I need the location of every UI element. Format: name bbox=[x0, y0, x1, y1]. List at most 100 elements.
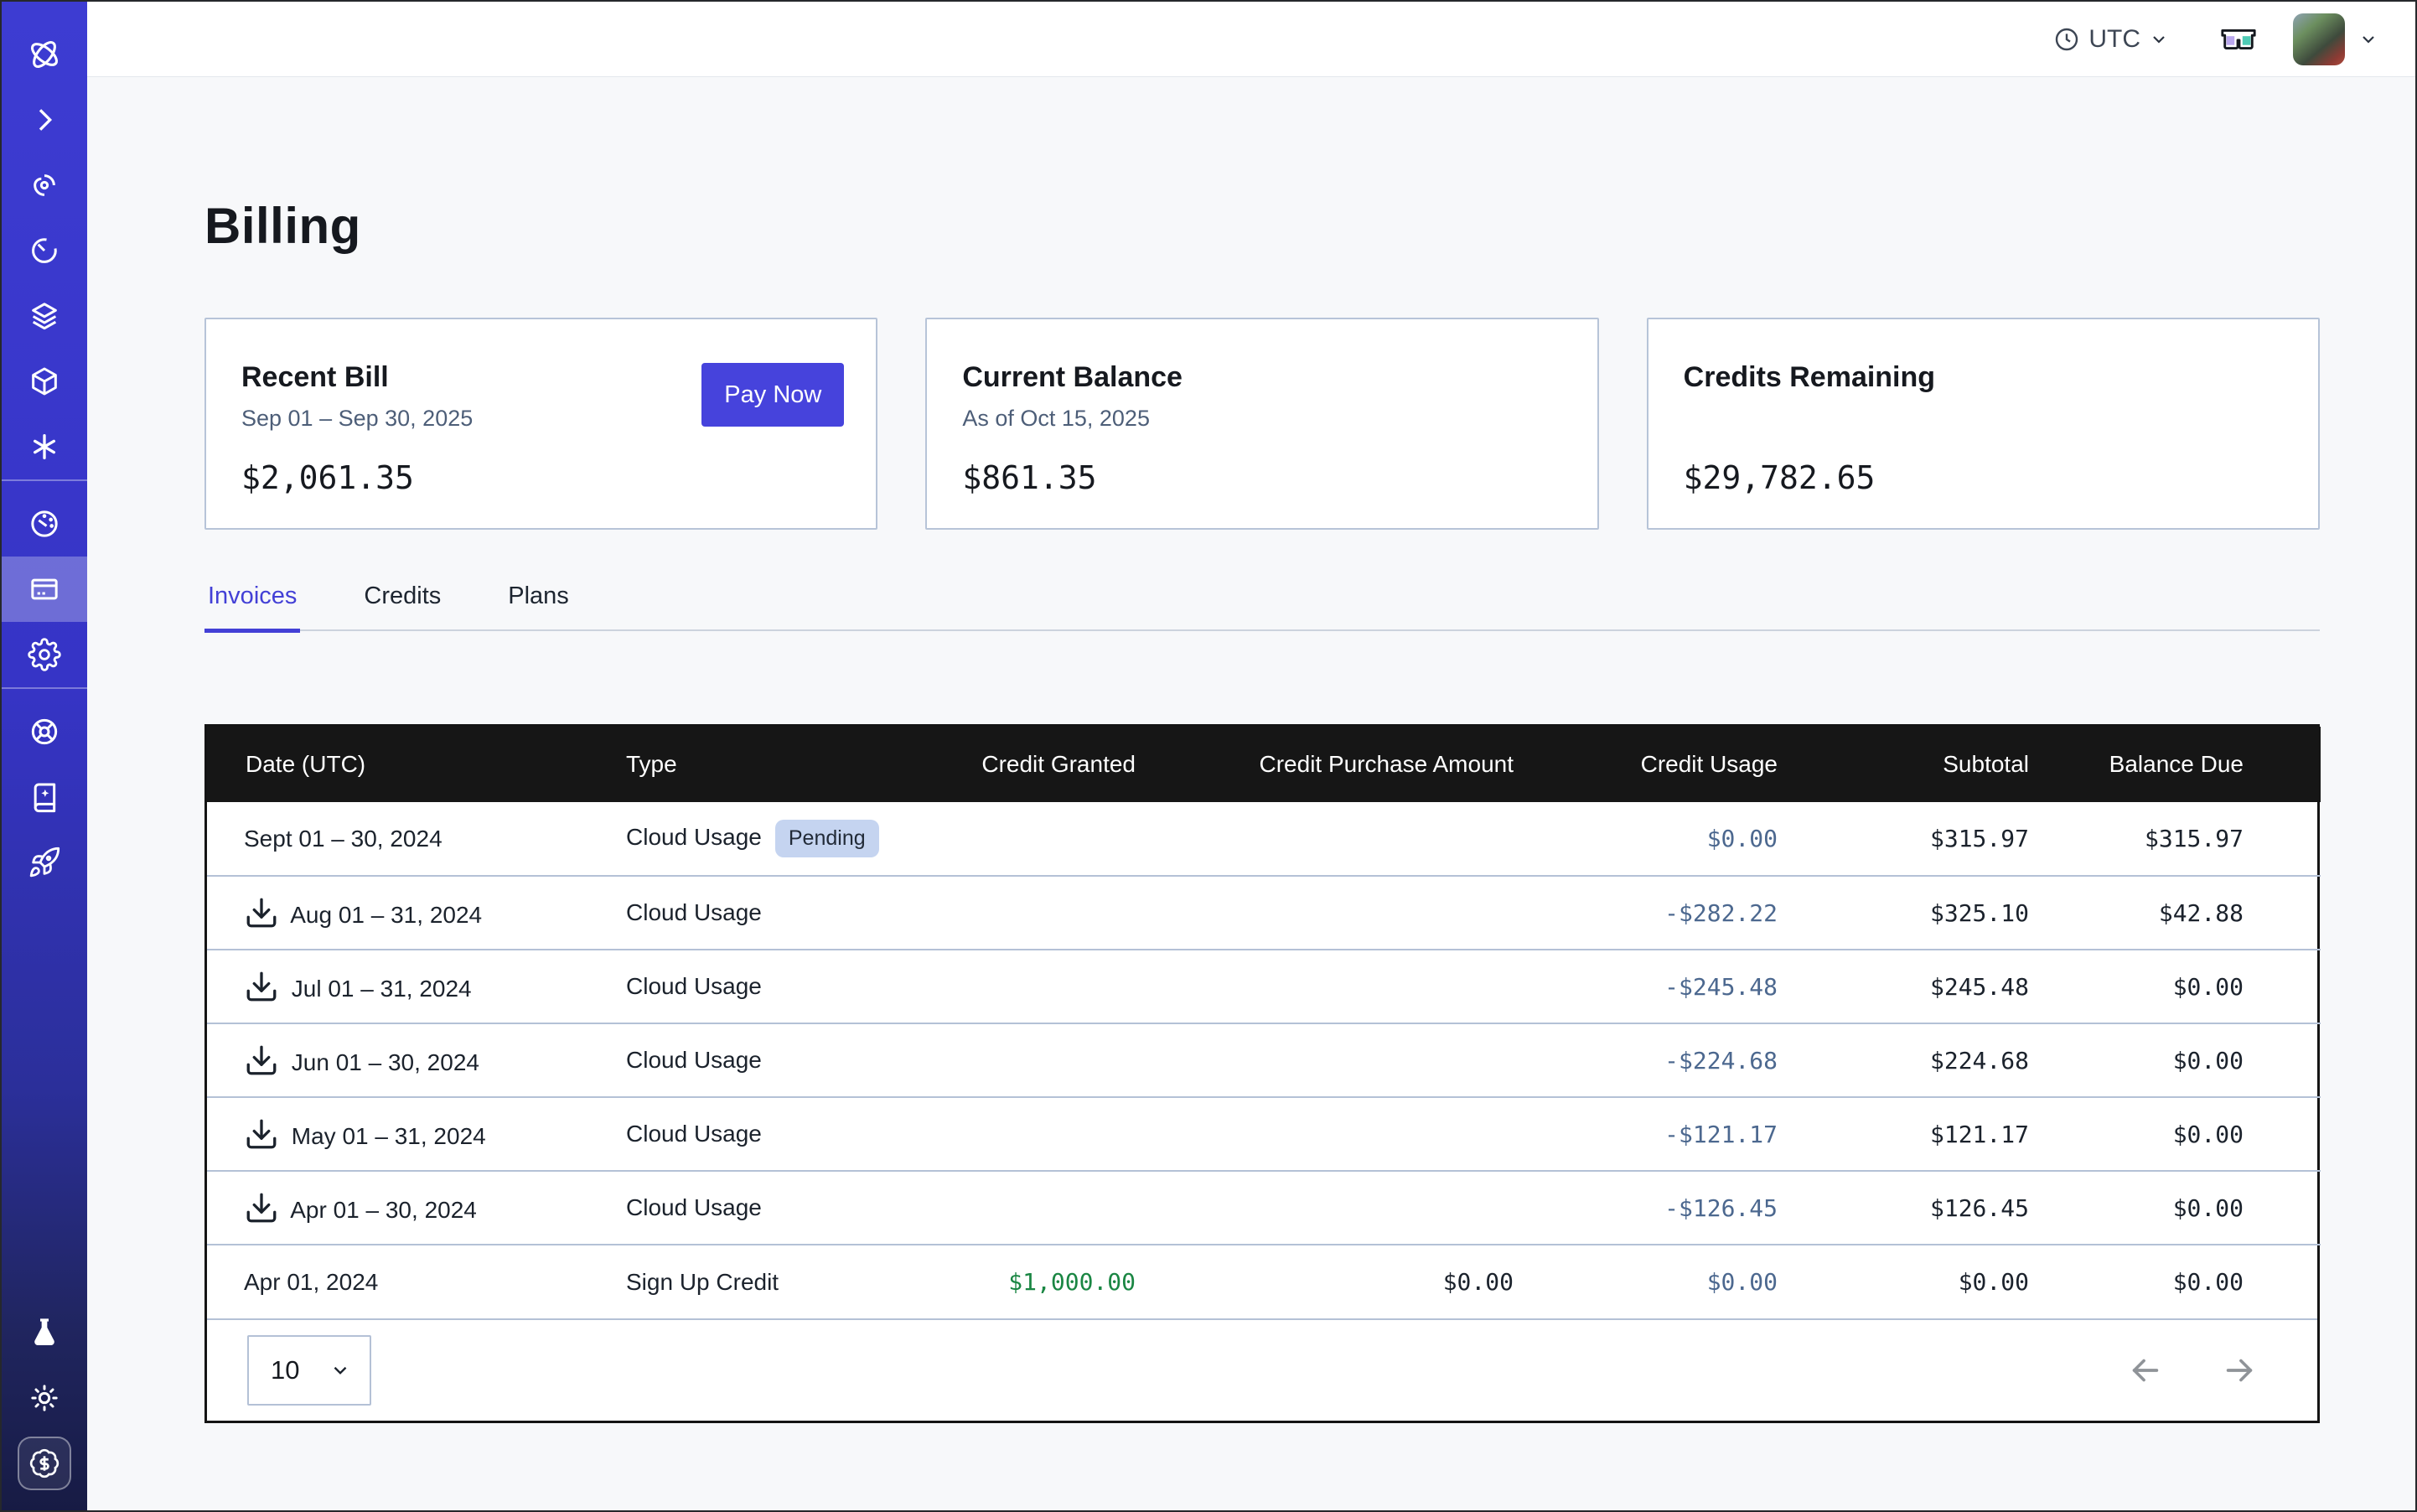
sidebar-item-getting-started[interactable] bbox=[2, 830, 87, 895]
clock-icon bbox=[2053, 26, 2080, 53]
tab-credits[interactable]: Credits bbox=[360, 583, 444, 633]
table-row: Apr 01, 2024 Sign Up Credit $1,000.00 $0… bbox=[207, 1245, 2321, 1318]
balance-as-of: As of Oct 15, 2025 bbox=[962, 406, 1561, 432]
recent-bill-amount: $2,061.35 bbox=[241, 459, 841, 496]
subtotal: $0.00 bbox=[1778, 1245, 2029, 1318]
table-row: Apr 01 – 30, 2024 Cloud Usage -$126.45 $… bbox=[207, 1171, 2321, 1245]
credit-usage: -$282.22 bbox=[1514, 876, 1778, 950]
credit-card-icon bbox=[28, 572, 61, 606]
sidebar-item-timer[interactable] bbox=[2, 218, 87, 283]
flask-icon bbox=[28, 1316, 61, 1349]
table-row: Sept 01 – 30, 2024 Cloud UsagePending $0… bbox=[207, 802, 2321, 876]
credit-purchase bbox=[1136, 1097, 1514, 1171]
credit-granted bbox=[928, 1023, 1136, 1097]
credit-purchase bbox=[1136, 1171, 1514, 1245]
sidebar-item-usage[interactable] bbox=[2, 491, 87, 557]
sun-icon bbox=[28, 1381, 61, 1415]
download-invoice-icon[interactable] bbox=[244, 1116, 279, 1152]
col-credit-granted: Credit Granted bbox=[928, 727, 1136, 802]
balance-due: $0.00 bbox=[2029, 950, 2321, 1023]
sidebar-item-settings[interactable] bbox=[2, 622, 87, 687]
user-avatar bbox=[2293, 13, 2345, 65]
table-row: May 01 – 31, 2024 Cloud Usage -$121.17 $… bbox=[207, 1097, 2321, 1171]
page-size-value: 10 bbox=[271, 1355, 299, 1385]
invoice-type: Sign Up Credit bbox=[626, 1269, 779, 1295]
credit-purchase bbox=[1136, 876, 1514, 950]
chevron-down-icon bbox=[2358, 29, 2378, 49]
col-type: Type bbox=[626, 727, 928, 802]
invoice-type: Cloud Usage bbox=[626, 973, 762, 999]
status-badge: Pending bbox=[775, 820, 879, 857]
app-window: UTC Billing Recent Bill Se bbox=[0, 0, 2417, 1512]
current-balance-amount: $861.35 bbox=[962, 459, 1561, 496]
summary-cards: Recent Bill Sep 01 – Sep 30, 2025 $2,061… bbox=[204, 318, 2320, 530]
asterisk-icon bbox=[28, 430, 61, 463]
chevron-right-icon bbox=[28, 103, 61, 137]
sidebar-item-billing[interactable] bbox=[2, 557, 87, 622]
arrow-right-icon bbox=[2220, 1351, 2259, 1390]
sidebar-item-theme[interactable] bbox=[2, 1365, 87, 1431]
topbar: UTC bbox=[87, 2, 2415, 77]
credit-purchase: $0.00 bbox=[1136, 1245, 1514, 1318]
credit-granted: $1,000.00 bbox=[928, 1245, 1136, 1318]
col-balance-due: Balance Due bbox=[2029, 727, 2321, 802]
sidebar-item-cube[interactable] bbox=[2, 349, 87, 414]
credits-remaining-card: Credits Remaining $29,782.65 bbox=[1647, 318, 2320, 530]
sidebar-item-docs[interactable] bbox=[2, 764, 87, 830]
sidebar-item-layers[interactable] bbox=[2, 283, 87, 349]
dollar-badge-icon bbox=[28, 1447, 60, 1479]
logo-icon bbox=[25, 35, 64, 74]
pay-now-button[interactable]: Pay Now bbox=[701, 363, 844, 427]
download-invoice-icon[interactable] bbox=[244, 1043, 279, 1078]
subtotal: $224.68 bbox=[1778, 1023, 2029, 1097]
credits-remaining-amount: $29,782.65 bbox=[1684, 459, 2283, 496]
recent-bill-card: Recent Bill Sep 01 – Sep 30, 2025 $2,061… bbox=[204, 318, 877, 530]
gauge-icon bbox=[28, 507, 61, 541]
next-page-button[interactable] bbox=[2220, 1351, 2259, 1390]
sidebar bbox=[2, 2, 87, 1510]
balance-due: $42.88 bbox=[2029, 876, 2321, 950]
balance-due: $0.00 bbox=[2029, 1023, 2321, 1097]
download-invoice-icon[interactable] bbox=[244, 895, 279, 930]
sidebar-item-labs[interactable] bbox=[2, 1300, 87, 1365]
col-credit-usage: Credit Usage bbox=[1514, 727, 1778, 802]
invoice-type: Cloud Usage bbox=[626, 899, 762, 925]
gear-icon bbox=[28, 638, 61, 671]
view-mode-button[interactable] bbox=[2219, 25, 2258, 54]
table-header-row: Date (UTC) Type Credit Granted Credit Pu… bbox=[207, 727, 2321, 802]
arrow-left-icon bbox=[2126, 1351, 2165, 1390]
spiral-icon bbox=[28, 168, 61, 202]
timezone-selector[interactable]: UTC bbox=[2053, 25, 2169, 54]
credits-pill bbox=[18, 1437, 71, 1490]
credit-usage: -$126.45 bbox=[1514, 1171, 1778, 1245]
sidebar-item-credits[interactable] bbox=[2, 1431, 87, 1496]
tab-invoices[interactable]: Invoices bbox=[204, 583, 300, 633]
3d-glasses-icon bbox=[2219, 25, 2258, 54]
download-invoice-icon[interactable] bbox=[244, 969, 279, 1004]
col-date: Date (UTC) bbox=[207, 727, 626, 802]
page-size-select[interactable]: 10 bbox=[247, 1335, 371, 1406]
col-credit-purchase: Credit Purchase Amount bbox=[1136, 727, 1514, 802]
sidebar-item-expand[interactable] bbox=[2, 87, 87, 153]
previous-page-button[interactable] bbox=[2126, 1351, 2165, 1390]
invoice-date: Apr 01, 2024 bbox=[244, 1269, 378, 1295]
billing-page: Billing Recent Bill Sep 01 – Sep 30, 202… bbox=[87, 77, 2415, 1423]
billing-tabs: Invoices Credits Plans bbox=[204, 583, 2320, 631]
credit-usage: -$245.48 bbox=[1514, 950, 1778, 1023]
account-menu[interactable] bbox=[2293, 13, 2378, 65]
sidebar-item-wheel[interactable] bbox=[2, 699, 87, 764]
book-sparkle-icon bbox=[28, 780, 61, 814]
download-invoice-icon[interactable] bbox=[244, 1190, 279, 1225]
table-row: Jun 01 – 30, 2024 Cloud Usage -$224.68 $… bbox=[207, 1023, 2321, 1097]
sidebar-item-asterisk[interactable] bbox=[2, 414, 87, 479]
page-title: Billing bbox=[204, 197, 2320, 255]
credit-usage: $0.00 bbox=[1514, 1245, 1778, 1318]
balance-due: $0.00 bbox=[2029, 1171, 2321, 1245]
subtotal: $245.48 bbox=[1778, 950, 2029, 1023]
credit-granted bbox=[928, 802, 1136, 876]
cube-icon bbox=[28, 365, 61, 398]
sidebar-item-spiral[interactable] bbox=[2, 153, 87, 218]
wheel-icon bbox=[28, 715, 61, 748]
spacer bbox=[1684, 406, 2283, 432]
tab-plans[interactable]: Plans bbox=[505, 583, 572, 633]
